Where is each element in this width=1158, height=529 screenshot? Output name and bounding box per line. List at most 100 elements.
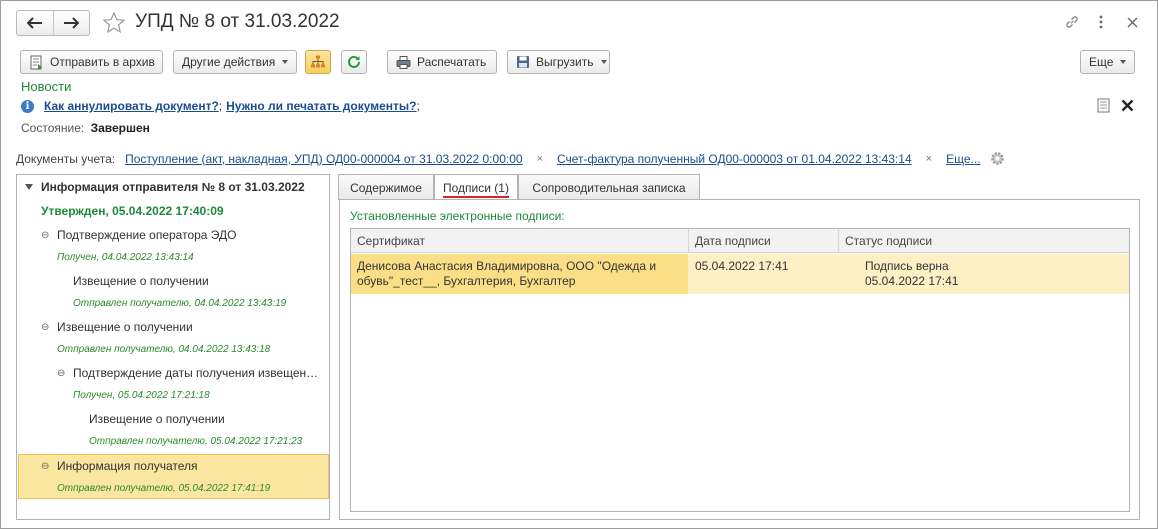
signatures-panel: Установленные электронные подписи: Серти…: [339, 199, 1140, 520]
tree-node-title: Подтверждение оператора ЭДО: [57, 228, 237, 242]
state-row: Состояние: Завершен: [21, 121, 150, 135]
table-row[interactable]: Денисова Анастасия Владимировна, ООО "Од…: [351, 254, 1129, 294]
tree-node-title: Извещение о получении: [57, 320, 193, 334]
structure-icon: [310, 55, 326, 69]
info-icon: i: [21, 99, 34, 113]
signature-date-cell: 05.04.2022 17:41: [695, 259, 789, 273]
forward-button[interactable]: [52, 11, 90, 35]
toolbar: Отправить в архив Другие действия Распеч…: [20, 50, 1135, 74]
accounting-documents-row: Документы учета: Поступление (акт, накла…: [16, 151, 1005, 166]
kebab-menu-icon[interactable]: [1092, 13, 1110, 31]
document-window: УПД № 8 от 31.03.2022 Отправить в архив …: [0, 0, 1158, 529]
send-to-archive-button[interactable]: Отправить в архив: [20, 50, 163, 74]
collapse-icon[interactable]: ⊖: [41, 231, 50, 241]
collapse-icon[interactable]: ⊖: [41, 462, 50, 472]
chevron-down-icon: [1120, 60, 1127, 64]
collapse-icon[interactable]: ⊖: [41, 323, 50, 333]
remove-invoice-link-icon[interactable]: ×: [926, 153, 932, 165]
signatures-title: Установленные электронные подписи:: [350, 209, 565, 223]
link-icon[interactable]: [1063, 13, 1081, 31]
tree-node[interactable]: ⊖ Подтверждение даты получения извещен… …: [17, 361, 329, 407]
news-link-annul[interactable]: Как аннулировать документ?: [44, 99, 219, 113]
signature-status-date: 05.04.2022 17:41: [865, 274, 959, 288]
collapse-icon[interactable]: ⊖: [57, 369, 66, 379]
tree-node-status: Получен, 04.04.2022 13:43:14: [57, 252, 194, 263]
other-actions-label: Другие действия: [182, 55, 276, 69]
document-title: УПД № 8 от 31.03.2022: [135, 11, 340, 32]
tree-node-status: Получен, 05.04.2022 17:21:18: [73, 390, 210, 401]
back-arrow-icon: [26, 17, 42, 29]
invoice-document-link[interactable]: Счет-фактура полученный ОД00-000003 от 0…: [557, 152, 912, 166]
tree-node-status: Отправлен получателю, 04.04.2022 13:43:1…: [73, 298, 287, 309]
chevron-down-icon: [600, 60, 607, 64]
tree-node-status: Отправлен получателю, 05.04.2022 17:21:2…: [89, 436, 303, 447]
table-header: Сертификат Дата подписи Статус подписи: [351, 229, 1129, 253]
remove-receipt-link-icon[interactable]: ×: [537, 153, 543, 165]
tree-root-toggle-icon[interactable]: [25, 184, 34, 193]
signatures-table: Сертификат Дата подписи Статус подписи Д…: [350, 228, 1130, 512]
close-icon[interactable]: [1123, 13, 1141, 31]
accounting-documents-label: Документы учета:: [16, 151, 116, 166]
document-icon[interactable]: [1095, 97, 1111, 113]
chevron-down-icon: [282, 60, 289, 64]
tree-root-status: Утвержден, 05.04.2022 17:40:09: [41, 204, 224, 218]
column-header-status[interactable]: Статус подписи: [839, 229, 1129, 253]
document-tree: Информация отправителя № 8 от 31.03.2022…: [16, 174, 330, 520]
state-label: Состояние:: [21, 121, 85, 135]
structure-button[interactable]: [305, 50, 331, 74]
receipt-document-link[interactable]: Поступление (акт, накладная, УПД) ОД00-0…: [125, 152, 522, 166]
send-to-archive-label: Отправить в архив: [50, 55, 155, 69]
tree-node-title: Информация получателя: [57, 459, 198, 473]
back-button[interactable]: [17, 11, 53, 35]
navigation-group: [16, 10, 90, 36]
title-bar: УПД № 8 от 31.03.2022: [1, 1, 1157, 45]
tab-cover-note[interactable]: Сопроводительная записка: [518, 174, 700, 200]
tree-node-title: Извещение о получении: [73, 274, 209, 288]
column-header-date[interactable]: Дата подписи: [689, 229, 839, 253]
tree-node[interactable]: Извещение о получении Отправлен получате…: [17, 407, 329, 453]
tree-node[interactable]: ⊖ Извещение о получении Отправлен получа…: [17, 315, 329, 361]
tree-node-title: Подтверждение даты получения извещен…: [73, 366, 319, 380]
more-label: Еще: [1089, 55, 1114, 69]
export-label: Выгрузить: [536, 55, 594, 69]
tree-root-title: Информация отправителя № 8 от 31.03.2022: [41, 180, 305, 194]
tree-node-status: Отправлен получателю, 05.04.2022 17:41:1…: [57, 483, 271, 494]
save-icon: [516, 55, 530, 70]
news-link-print[interactable]: Нужно ли печатать документы?: [226, 99, 416, 113]
print-label: Распечатать: [417, 55, 487, 69]
column-header-certificate[interactable]: Сертификат: [351, 229, 689, 253]
star-icon[interactable]: [102, 11, 126, 35]
tree-root-node[interactable]: Информация отправителя № 8 от 31.03.2022…: [17, 175, 329, 225]
more-documents-link[interactable]: Еще...: [946, 152, 980, 166]
other-actions-button[interactable]: Другие действия: [173, 50, 297, 74]
tab-label: Сопроводительная записка: [532, 180, 686, 195]
printer-icon: [396, 55, 411, 70]
tree-node-status: Отправлен получателю, 04.04.2022 13:43:1…: [57, 344, 271, 355]
tree-node-selected[interactable]: ⊖ Информация получателя Отправлен получа…: [18, 454, 329, 499]
certificate-cell: Денисова Анастасия Владимировна, ООО "Од…: [351, 254, 688, 294]
export-button[interactable]: Выгрузить: [507, 50, 610, 74]
tab-label: Подписи (1): [443, 181, 509, 195]
tree-node[interactable]: ⊖ Подтверждение оператора ЭДО Получен, 0…: [17, 223, 329, 269]
tree-node[interactable]: Извещение о получении Отправлен получате…: [17, 269, 329, 315]
news-row: i Как аннулировать документ? ; Нужно ли …: [21, 99, 420, 113]
news-separator: ;: [416, 99, 420, 113]
news-label: Новости: [21, 79, 72, 94]
tab-signatures[interactable]: Подписи (1): [434, 174, 518, 201]
tree-node-title: Извещение о получении: [89, 412, 225, 426]
news-separator: ;: [218, 99, 223, 113]
print-button[interactable]: Распечатать: [387, 50, 497, 74]
signature-status-text: Подпись верна: [865, 259, 949, 273]
gear-icon[interactable]: [990, 151, 1005, 166]
refresh-icon: [347, 55, 361, 69]
more-button[interactable]: Еще: [1080, 50, 1135, 74]
refresh-button[interactable]: [341, 50, 367, 74]
tab-label: Содержимое: [350, 180, 422, 195]
tab-active-underline: [443, 196, 509, 198]
close-news-icon[interactable]: [1119, 97, 1135, 113]
archive-icon: [29, 55, 44, 70]
tab-content[interactable]: Содержимое: [338, 174, 434, 200]
state-value: Завершен: [90, 121, 150, 135]
forward-arrow-icon: [64, 17, 80, 29]
signature-status-cell: Подпись верна 05.04.2022 17:41: [859, 254, 1129, 294]
